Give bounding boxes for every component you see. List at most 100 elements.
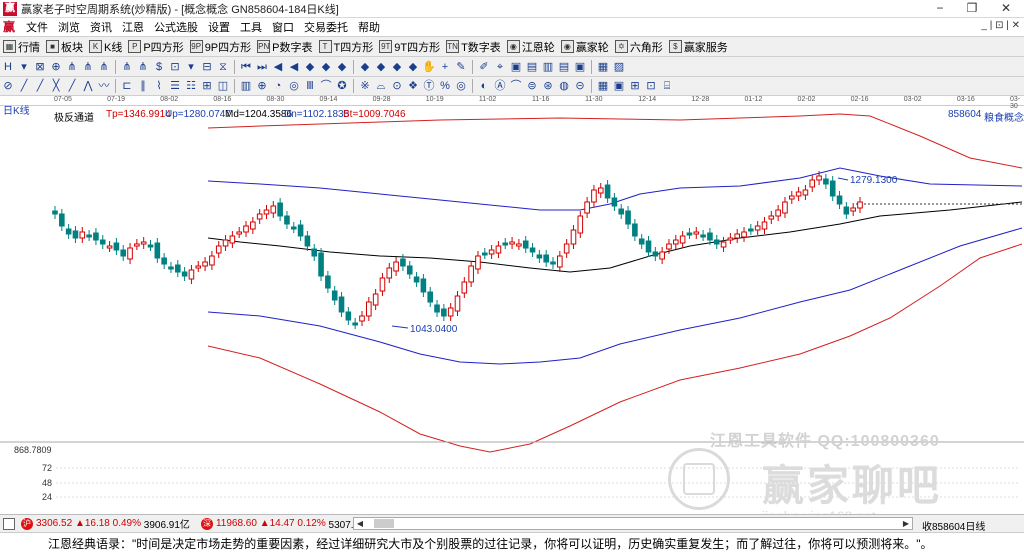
menu-trade[interactable]: 交易委托: [299, 19, 353, 35]
draw-tool-18-icon[interactable]: ◆: [303, 60, 317, 74]
menu-settings[interactable]: 设置: [203, 19, 235, 35]
analysis-tool-29-icon[interactable]: Ⓐ: [493, 79, 507, 93]
analysis-tool-20-icon[interactable]: ✪: [335, 79, 349, 93]
analysis-tool-21-icon[interactable]: ※: [358, 79, 372, 93]
draw-tool-5-icon[interactable]: ⋔: [81, 60, 95, 74]
analysis-tool-16-icon[interactable]: ◔: [271, 79, 285, 93]
draw-tool-29-icon[interactable]: ⌖: [493, 60, 507, 74]
draw-tool-1-icon[interactable]: ▾: [17, 60, 31, 74]
chart-scrollbar[interactable]: ◀ ▶: [353, 517, 913, 530]
analysis-tool-15-icon[interactable]: ⊕: [255, 79, 269, 93]
minimize-button[interactable]: −: [924, 0, 956, 17]
draw-tool-2-icon[interactable]: ⊠: [33, 60, 47, 74]
draw-tool-32-icon[interactable]: ▥: [541, 60, 555, 74]
menu-help[interactable]: 帮助: [353, 19, 385, 35]
scroll-left-icon[interactable]: ◀: [354, 518, 366, 529]
analysis-tool-34-icon[interactable]: ⊝: [573, 79, 587, 93]
scroll-right-icon[interactable]: ▶: [900, 518, 912, 529]
draw-tool-7-icon[interactable]: ⋔: [120, 60, 134, 74]
draw-tool-0-icon[interactable]: H: [1, 60, 15, 74]
draw-tool-31-icon[interactable]: ▤: [525, 60, 539, 74]
analysis-tool-7-icon[interactable]: ⊏: [120, 79, 134, 93]
toolbar-button-p-square[interactable]: P P四方形: [125, 39, 186, 55]
draw-tool-8-icon[interactable]: ⋔: [136, 60, 150, 74]
analysis-tool-33-icon[interactable]: ◍: [557, 79, 571, 93]
analysis-tool-25-icon[interactable]: Ⓣ: [422, 79, 436, 93]
draw-tool-23-icon[interactable]: ◆: [390, 60, 404, 74]
draw-tool-14-icon[interactable]: ⏮: [239, 60, 253, 74]
analysis-tool-9-icon[interactable]: ⌇: [152, 79, 166, 93]
mdi-window-controls[interactable]: _ | ⊡ | ✕: [981, 20, 1020, 31]
analysis-tool-13-icon[interactable]: ◫: [216, 79, 230, 93]
draw-tool-26-icon[interactable]: +: [438, 60, 452, 74]
analysis-tool-31-icon[interactable]: ⊜: [525, 79, 539, 93]
draw-tool-11-icon[interactable]: ▾: [184, 60, 198, 74]
index-grid-icon[interactable]: [3, 517, 15, 530]
draw-tool-19-icon[interactable]: ◆: [319, 60, 333, 74]
draw-tool-12-icon[interactable]: ⊟: [200, 60, 214, 74]
analysis-tool-37-icon[interactable]: ⊞: [628, 79, 642, 93]
toolbar-button-kline[interactable]: K K线: [86, 39, 125, 55]
analysis-tool-14-icon[interactable]: ▥: [239, 79, 253, 93]
maximize-button[interactable]: ❐: [956, 0, 988, 17]
draw-tool-36-icon[interactable]: ▨: [612, 60, 626, 74]
analysis-tool-4-icon[interactable]: ╱: [65, 79, 79, 93]
analysis-tool-3-icon[interactable]: ╳: [49, 79, 63, 93]
draw-tool-4-icon[interactable]: ⋔: [65, 60, 79, 74]
draw-tool-9-icon[interactable]: $: [152, 60, 166, 74]
draw-tool-3-icon[interactable]: ⊕: [49, 60, 63, 74]
analysis-tool-11-icon[interactable]: ☷: [184, 79, 198, 93]
toolbar-button-tn[interactable]: TN T数字表: [443, 39, 504, 55]
menu-tools[interactable]: 工具: [235, 19, 267, 35]
toolbar-button-grid[interactable]: ▦ 行情: [0, 39, 43, 55]
sz-index[interactable]: 11968.60 ▲14.47 0.12% 5307.11亿: [216, 516, 374, 531]
analysis-tool-6-icon[interactable]: 〰: [97, 79, 111, 93]
analysis-tool-17-icon[interactable]: ◎: [287, 79, 301, 93]
toolbar-button-hexagon[interactable]: ✡ 六角形: [612, 39, 666, 55]
draw-tool-35-icon[interactable]: ▦: [596, 60, 610, 74]
toolbar-button-gann-wheel[interactable]: ◉ 江恩轮: [504, 39, 558, 55]
draw-tool-27-icon[interactable]: ✎: [454, 60, 468, 74]
menu-info[interactable]: 资讯: [85, 19, 117, 35]
draw-tool-34-icon[interactable]: ▣: [573, 60, 587, 74]
scroll-thumb[interactable]: [374, 519, 394, 528]
toolbar-button-pn[interactable]: PN P数字表: [254, 39, 315, 55]
analysis-tool-32-icon[interactable]: ⊛: [541, 79, 555, 93]
analysis-tool-19-icon[interactable]: ⌒: [319, 79, 333, 93]
toolbar-button-blocks[interactable]: ■ 板块: [43, 39, 86, 55]
analysis-tool-1-icon[interactable]: ╱: [17, 79, 31, 93]
analysis-tool-36-icon[interactable]: ▣: [612, 79, 626, 93]
close-button[interactable]: ✕: [990, 0, 1022, 17]
toolbar-button-t-square[interactable]: T T四方形: [316, 39, 377, 55]
draw-tool-25-icon[interactable]: ✋: [422, 60, 436, 74]
draw-tool-28-icon[interactable]: ✐: [477, 60, 491, 74]
menu-formula[interactable]: 公式选股: [149, 19, 203, 35]
analysis-tool-27-icon[interactable]: ◎: [454, 79, 468, 93]
draw-tool-24-icon[interactable]: ◆: [406, 60, 420, 74]
toolbar-button-winner-wheel[interactable]: ◉ 赢家轮: [558, 39, 612, 55]
draw-tool-21-icon[interactable]: ◆: [358, 60, 372, 74]
analysis-tool-28-icon[interactable]: ◐: [477, 79, 491, 93]
analysis-tool-23-icon[interactable]: ⊙: [390, 79, 404, 93]
analysis-tool-24-icon[interactable]: ❖: [406, 79, 420, 93]
toolbar-button-9t-square[interactable]: 9T 9T四方形: [376, 39, 443, 55]
draw-tool-13-icon[interactable]: ⧖: [216, 60, 230, 74]
draw-tool-6-icon[interactable]: ⋔: [97, 60, 111, 74]
menu-gann[interactable]: 江恩: [117, 19, 149, 35]
analysis-tool-18-icon[interactable]: Ⅲ: [303, 79, 317, 93]
draw-tool-16-icon[interactable]: ◀: [271, 60, 285, 74]
toolbar-button-service[interactable]: $ 赢家服务: [666, 39, 731, 55]
analysis-tool-26-icon[interactable]: %: [438, 79, 452, 93]
analysis-tool-0-icon[interactable]: ⊘: [1, 79, 15, 93]
analysis-tool-12-icon[interactable]: ⊞: [200, 79, 214, 93]
draw-tool-15-icon[interactable]: ⏭: [255, 60, 269, 74]
draw-tool-30-icon[interactable]: ▣: [509, 60, 523, 74]
draw-tool-33-icon[interactable]: ▤: [557, 60, 571, 74]
draw-tool-22-icon[interactable]: ◆: [374, 60, 388, 74]
menu-browse[interactable]: 浏览: [53, 19, 85, 35]
analysis-tool-2-icon[interactable]: ╱: [33, 79, 47, 93]
analysis-tool-35-icon[interactable]: ▦: [596, 79, 610, 93]
toolbar-button-9p-square[interactable]: 9P 9P四方形: [187, 39, 254, 55]
analysis-tool-22-icon[interactable]: ⌓: [374, 79, 388, 93]
menu-window[interactable]: 窗口: [267, 19, 299, 35]
